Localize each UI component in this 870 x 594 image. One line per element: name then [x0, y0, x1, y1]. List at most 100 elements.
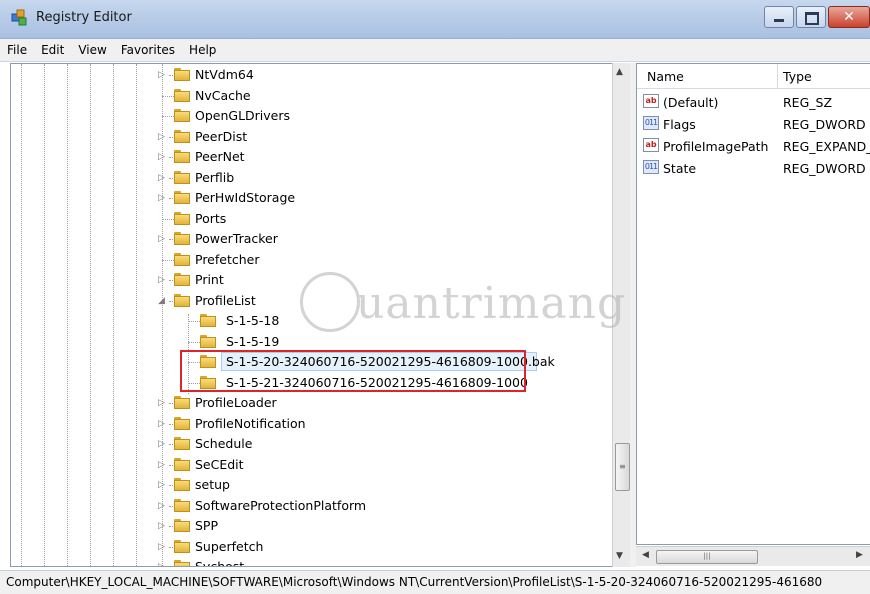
tree-item[interactable]: ▷ PowerTracker: [11, 229, 611, 249]
column-divider[interactable]: [777, 64, 778, 88]
expand-arrow-icon[interactable]: ▷: [158, 459, 168, 471]
tree-item-label[interactable]: ProfileList: [195, 293, 256, 308]
tree-connector: [188, 321, 200, 322]
close-button[interactable]: ✕: [828, 6, 870, 28]
tree-item-label[interactable]: SPP: [195, 518, 218, 533]
binary-value-icon: 011: [643, 160, 659, 174]
tree-item[interactable]: Ports: [11, 209, 611, 229]
tree-item-label[interactable]: PeerNet: [195, 149, 245, 164]
tree-item-label[interactable]: Print: [195, 272, 224, 287]
tree-item[interactable]: ▷ PeerNet: [11, 147, 611, 167]
value-row[interactable]: 011 State REG_DWORD: [637, 158, 870, 179]
value-row[interactable]: 011 Flags REG_DWORD: [637, 114, 870, 135]
tree-item[interactable]: ▷ PeerDist: [11, 127, 611, 147]
tree-item[interactable]: ▷ Svchost: [11, 557, 611, 566]
folder-icon: [174, 437, 191, 450]
string-value-icon: ab: [643, 138, 659, 152]
scroll-left-arrow-icon[interactable]: ◀: [642, 550, 649, 560]
collapse-arrow-icon[interactable]: ◢: [158, 295, 168, 307]
tree-item-label[interactable]: ProfileNotification: [195, 416, 306, 431]
values-horizontal-scrollbar[interactable]: ◀ ||| ▶: [636, 546, 870, 566]
tree-item-label[interactable]: Ports: [195, 211, 226, 226]
expand-arrow-icon[interactable]: ▷: [158, 500, 168, 512]
expand-arrow-icon[interactable]: ▷: [158, 520, 168, 532]
tree-item[interactable]: ▷ NtVdm64: [11, 65, 611, 85]
tree-item[interactable]: ▷ ProfileNotification: [11, 414, 611, 434]
tree-item-label[interactable]: PowerTracker: [195, 231, 278, 246]
expand-arrow-icon[interactable]: ▷: [158, 479, 168, 491]
close-icon: ✕: [843, 9, 855, 25]
folder-icon: [174, 293, 191, 307]
column-header-name[interactable]: Name: [647, 69, 684, 84]
menu-favorites[interactable]: Favorites: [114, 43, 182, 57]
menu-help[interactable]: Help: [182, 43, 223, 57]
column-header-type[interactable]: Type: [783, 69, 812, 84]
tree-item[interactable]: ▷ Superfetch: [11, 537, 611, 557]
expand-arrow-icon[interactable]: ▷: [158, 397, 168, 409]
scroll-down-arrow-icon[interactable]: ▼: [616, 551, 623, 561]
folder-icon: [174, 211, 191, 225]
expand-arrow-icon[interactable]: ▷: [158, 172, 168, 184]
tree-item[interactable]: OpenGLDrivers: [11, 106, 611, 126]
expand-arrow-icon[interactable]: ▷: [158, 69, 168, 81]
tree-item-label[interactable]: S-1-5-18: [226, 313, 279, 328]
value-row[interactable]: ab (Default) REG_SZ: [637, 92, 870, 113]
folder-icon: [174, 539, 191, 553]
tree-item-label[interactable]: OpenGLDrivers: [195, 108, 290, 123]
tree-item-label[interactable]: Prefetcher: [195, 252, 260, 267]
expand-arrow-icon[interactable]: ▷: [158, 233, 168, 245]
values-header: Name Type: [637, 64, 870, 89]
tree-item-label[interactable]: Perflib: [195, 170, 234, 185]
tree-item-label[interactable]: PeerDist: [195, 129, 247, 144]
value-row[interactable]: ab ProfileImagePath REG_EXPAND_: [637, 136, 870, 157]
tree-item-label[interactable]: SoftwareProtectionPlatform: [195, 498, 366, 513]
folder-icon: [174, 252, 191, 266]
expand-arrow-icon[interactable]: ▷: [158, 561, 168, 566]
highlight-box: [180, 350, 526, 392]
tree-item-label[interactable]: SeCEdit: [195, 457, 244, 472]
tree-item[interactable]: ▷ Schedule: [11, 434, 611, 454]
folder-icon: [174, 457, 191, 471]
tree-item-label[interactable]: setup: [195, 477, 230, 492]
tree-item[interactable]: NvCache: [11, 86, 611, 106]
expand-arrow-icon[interactable]: ▷: [158, 274, 168, 286]
expand-arrow-icon[interactable]: ▷: [158, 131, 168, 143]
tree-item-label[interactable]: ProfileLoader: [195, 395, 277, 410]
tree-item-label[interactable]: S-1-5-19: [226, 334, 279, 349]
tree-item[interactable]: ▷ Perflib: [11, 168, 611, 188]
expand-arrow-icon[interactable]: ▷: [158, 541, 168, 553]
watermark-q-icon: [300, 272, 360, 332]
tree-item-label[interactable]: NvCache: [195, 88, 251, 103]
tree-item-label[interactable]: PerHwIdStorage: [195, 190, 295, 205]
scrollbar-thumb[interactable]: ≡: [615, 443, 630, 491]
scrollbar-thumb[interactable]: |||: [656, 550, 758, 564]
expand-arrow-icon[interactable]: ▷: [158, 418, 168, 430]
value-name: Flags: [663, 117, 696, 132]
window-title: Registry Editor: [36, 10, 132, 25]
expand-arrow-icon[interactable]: ▷: [158, 438, 168, 450]
tree-item[interactable]: Prefetcher: [11, 250, 611, 270]
tree-item[interactable]: ▷ SeCEdit: [11, 455, 611, 475]
menu-edit[interactable]: Edit: [34, 43, 71, 57]
tree-item[interactable]: ▷ ProfileLoader: [11, 393, 611, 413]
string-value-icon: ab: [643, 94, 659, 108]
tree-item-label[interactable]: Svchost: [195, 559, 244, 566]
minimize-button[interactable]: [764, 6, 794, 28]
tree-item-label[interactable]: Superfetch: [195, 539, 263, 554]
tree-item-label[interactable]: Schedule: [195, 436, 252, 451]
tree-item[interactable]: ▷ SPP: [11, 516, 611, 536]
menu-file[interactable]: File: [0, 43, 34, 57]
tree-item[interactable]: ▷ setup: [11, 475, 611, 495]
expand-arrow-icon[interactable]: ▷: [158, 192, 168, 204]
maximize-button[interactable]: [796, 6, 826, 28]
scroll-right-arrow-icon[interactable]: ▶: [856, 550, 863, 560]
folder-icon: [174, 68, 191, 81]
scroll-up-arrow-icon[interactable]: ▲: [616, 67, 623, 77]
tree-item[interactable]: ▷ SoftwareProtectionPlatform: [11, 496, 611, 516]
tree-item-label[interactable]: NtVdm64: [195, 67, 254, 82]
tree-item[interactable]: ▷ PerHwIdStorage: [11, 188, 611, 208]
folder-icon: [174, 519, 191, 532]
expand-arrow-icon[interactable]: ▷: [158, 151, 168, 163]
menu-view[interactable]: View: [71, 43, 113, 57]
folder-icon: [174, 273, 191, 286]
